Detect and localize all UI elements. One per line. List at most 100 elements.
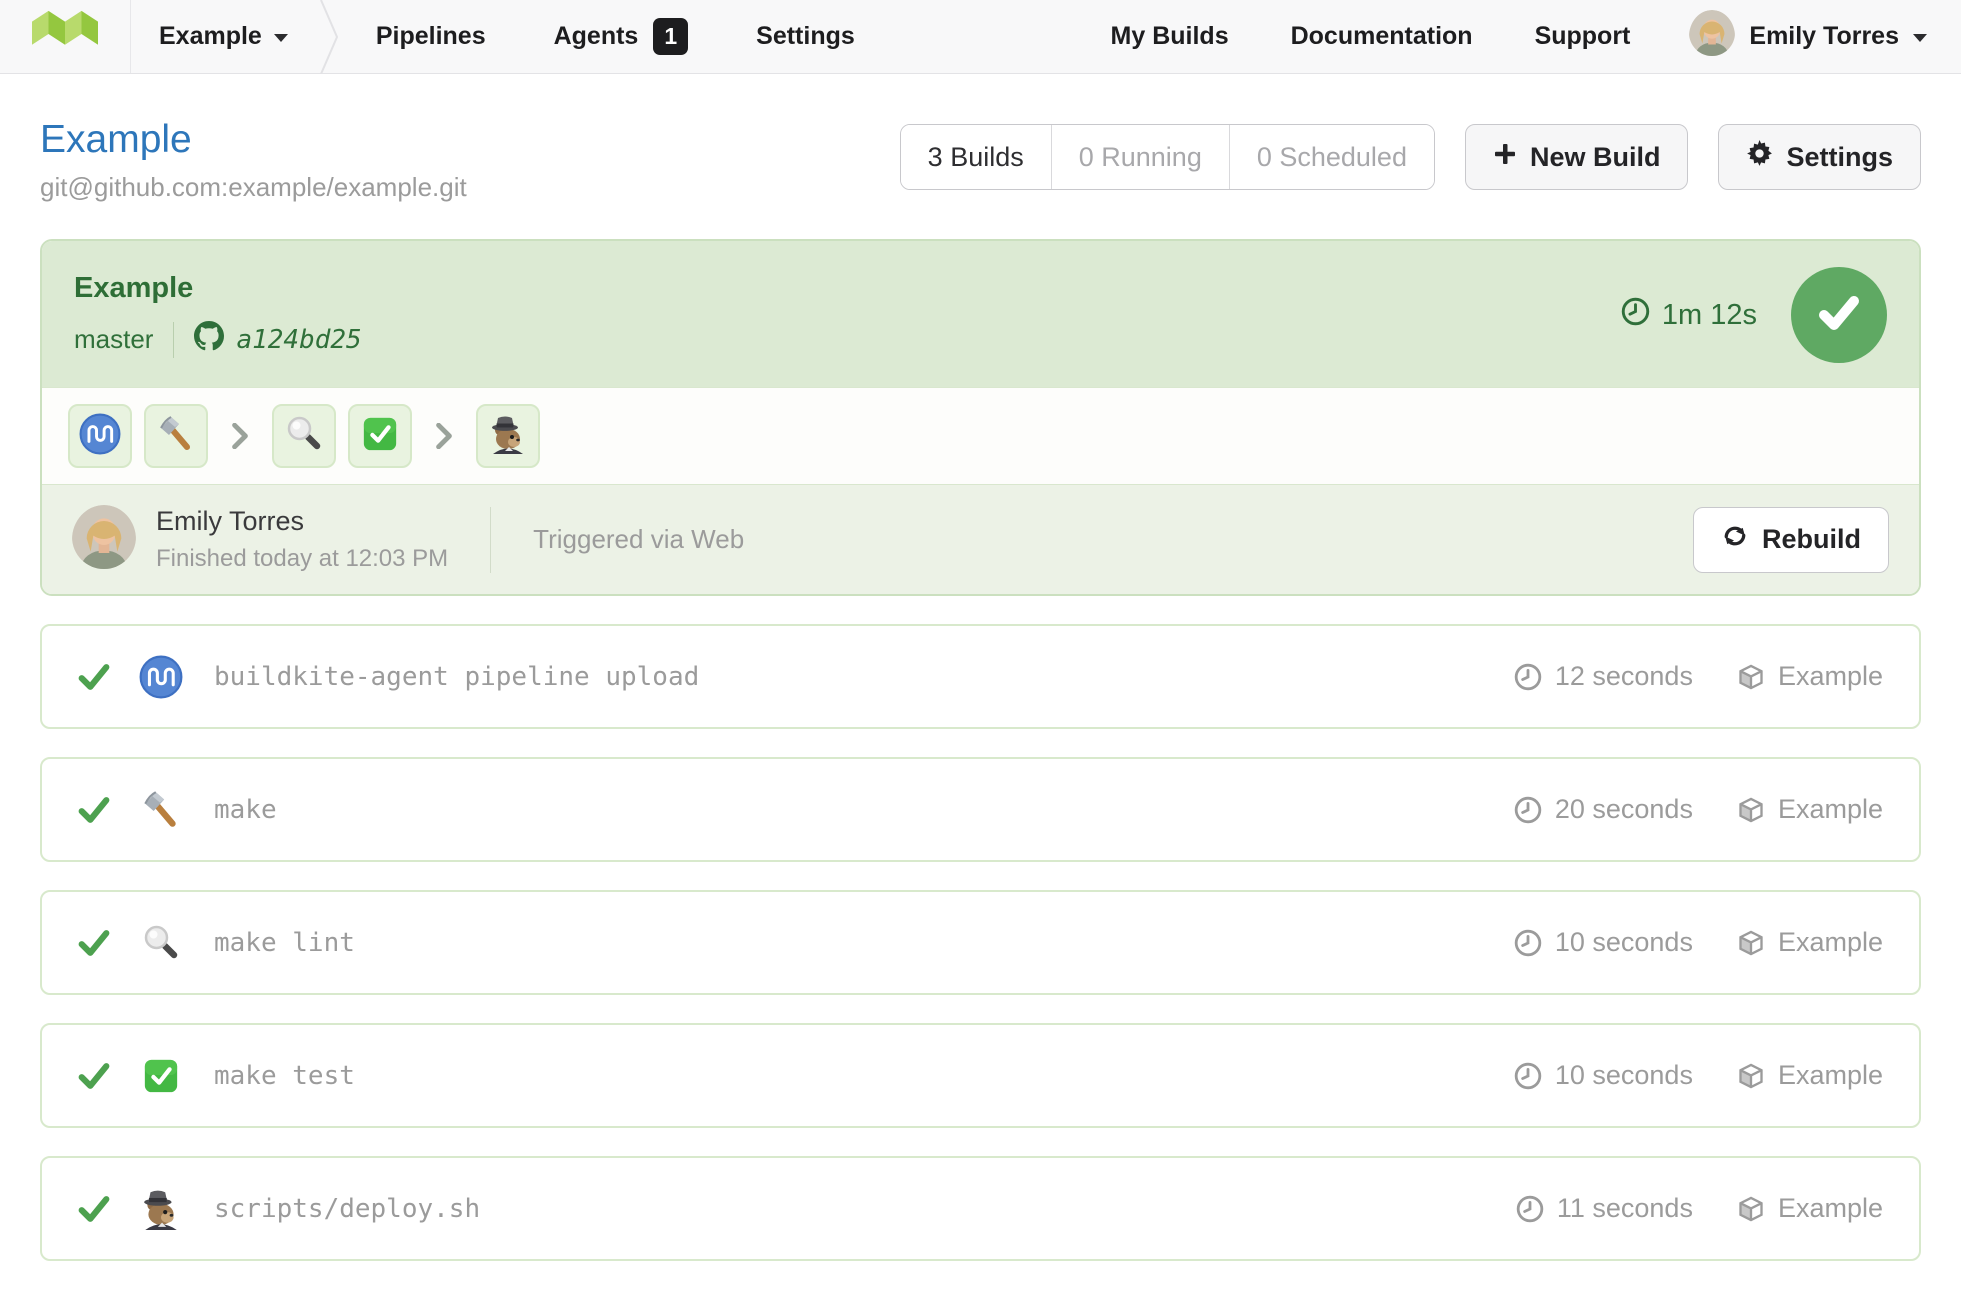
rebuild-button[interactable]: Rebuild — [1693, 506, 1889, 573]
chevron-down-icon — [273, 34, 288, 42]
build-card-footer: Emily Torres Finished today at 12:03 PM … — [42, 485, 1919, 594]
cube-icon — [1739, 1063, 1763, 1088]
creator-block: Emily Torres Finished today at 12:03 PM — [156, 506, 448, 573]
step-separator-chevron-icon — [436, 423, 452, 449]
job-duration: 20 seconds — [1514, 794, 1693, 825]
job-row-make-lint[interactable]: make lint 10 seconds Example — [40, 890, 1921, 995]
nav-agents[interactable]: Agents 1 — [520, 0, 723, 73]
check-box-icon — [138, 1057, 184, 1095]
job-duration: 10 seconds — [1514, 1060, 1693, 1091]
job-row-make-test[interactable]: make test 10 seconds Example — [40, 1023, 1921, 1128]
tab-running[interactable]: 0 Running — [1050, 125, 1229, 189]
gear-icon — [1746, 140, 1773, 174]
buildkite-agent-icon — [138, 655, 184, 699]
commit-link[interactable]: a124bd25 — [194, 321, 362, 358]
job-duration-text: 10 seconds — [1554, 927, 1693, 957]
build-title-block: Example master a124bd25 — [74, 272, 362, 358]
squirrel-icon — [488, 414, 528, 459]
clock-icon — [1514, 663, 1542, 690]
nav-settings[interactable]: Settings — [722, 0, 889, 73]
meta-divider — [173, 321, 175, 358]
job-agent-name: Example — [1777, 1060, 1883, 1090]
user-menu[interactable]: Emily Torres — [1689, 10, 1927, 63]
job-agent-name: Example — [1777, 794, 1883, 824]
job-agent-name: Example — [1777, 661, 1883, 691]
org-switcher[interactable]: Example — [131, 0, 318, 73]
cube-icon — [1739, 1196, 1763, 1221]
build-name: Example — [74, 272, 194, 304]
step-make[interactable] — [144, 404, 208, 468]
magnifying-glass-icon — [284, 414, 324, 459]
breadcrumb-separator — [318, 0, 342, 74]
step-buildkite-agent[interactable] — [68, 404, 132, 468]
build-state-tabs: 3 Builds 0 Running 0 Scheduled — [899, 124, 1435, 190]
build-status-block: 1m 12s — [1621, 267, 1887, 363]
page-content: Example git@github.com:example/example.g… — [0, 118, 1961, 1261]
job-passed-check-icon — [78, 927, 110, 959]
rebuild-wrap: Rebuild — [1693, 506, 1889, 573]
agents-count-badge: 1 — [653, 18, 689, 55]
job-command: make — [214, 794, 277, 825]
clock-icon — [1514, 929, 1542, 956]
job-meta: 11 seconds Example — [1516, 1193, 1883, 1224]
user-avatar — [1689, 10, 1736, 63]
buildkite-logo[interactable] — [0, 0, 131, 73]
creator-avatar — [72, 505, 136, 574]
job-command: scripts/deploy.sh — [214, 1193, 481, 1224]
footer-divider — [490, 506, 492, 573]
nav-support[interactable]: Support — [1504, 22, 1662, 51]
build-card-header[interactable]: Example master a124bd25 1m 12s — [42, 241, 1919, 387]
page-title[interactable]: Example — [40, 118, 467, 162]
job-command: buildkite-agent pipeline upload — [214, 661, 700, 692]
cube-icon — [1739, 797, 1763, 822]
job-command: make lint — [214, 927, 355, 958]
step-deploy[interactable] — [476, 404, 540, 468]
clock-icon — [1514, 796, 1542, 823]
job-meta: 10 seconds Example — [1514, 1060, 1883, 1091]
job-agent[interactable]: Example — [1737, 927, 1883, 958]
job-command: make test — [214, 1060, 355, 1091]
step-make-test[interactable] — [348, 404, 412, 468]
job-agent[interactable]: Example — [1737, 1193, 1883, 1224]
clock-icon — [1516, 1195, 1544, 1222]
job-row-pipeline-upload[interactable]: buildkite-agent pipeline upload 12 secon… — [40, 624, 1921, 729]
cube-icon — [1739, 930, 1763, 955]
job-meta: 10 seconds Example — [1514, 927, 1883, 958]
trigger-source: Triggered via Web — [533, 524, 745, 554]
job-meta: 20 seconds Example — [1514, 794, 1883, 825]
step-make-lint[interactable] — [272, 404, 336, 468]
build-steps-row — [42, 387, 1919, 485]
check-box-icon — [361, 415, 399, 458]
finished-time: Finished today at 12:03 PM — [156, 545, 449, 572]
top-nav: Example Pipelines Agents 1 Settings My B… — [0, 0, 1961, 74]
job-passed-check-icon — [78, 1060, 110, 1092]
job-passed-check-icon — [78, 661, 110, 693]
job-agent[interactable]: Example — [1737, 661, 1883, 692]
plus-icon — [1493, 142, 1517, 173]
refresh-icon — [1721, 522, 1749, 557]
squirrel-icon — [138, 1188, 184, 1230]
nav-documentation[interactable]: Documentation — [1260, 22, 1504, 51]
buildkite-logo-icon — [32, 10, 98, 63]
org-name: Example — [159, 22, 262, 50]
job-row-deploy[interactable]: scripts/deploy.sh 11 seconds Example — [40, 1156, 1921, 1261]
job-passed-check-icon — [78, 1193, 110, 1225]
new-build-label: New Build — [1529, 141, 1661, 172]
job-duration-text: 12 seconds — [1554, 661, 1693, 691]
build-card: Example master a124bd25 1m 12s Emily Tor… — [40, 239, 1921, 596]
new-build-button[interactable]: New Build — [1464, 124, 1689, 190]
pipeline-header: Example git@github.com:example/example.g… — [40, 118, 1921, 203]
job-row-make[interactable]: make 20 seconds Example — [40, 757, 1921, 862]
hammer-icon — [138, 789, 184, 831]
nav-pipelines[interactable]: Pipelines — [342, 0, 520, 73]
magnifying-glass-icon — [138, 923, 184, 963]
job-duration: 12 seconds — [1514, 661, 1693, 692]
tab-builds[interactable]: 3 Builds — [900, 125, 1051, 189]
nav-my-builds[interactable]: My Builds — [1080, 22, 1260, 51]
tab-scheduled[interactable]: 0 Scheduled — [1228, 125, 1434, 189]
buildkite-agent-icon — [79, 413, 121, 460]
pipeline-settings-button[interactable]: Settings — [1718, 124, 1921, 190]
chevron-down-icon — [1913, 34, 1927, 42]
job-agent[interactable]: Example — [1737, 1060, 1883, 1091]
job-agent[interactable]: Example — [1737, 794, 1883, 825]
